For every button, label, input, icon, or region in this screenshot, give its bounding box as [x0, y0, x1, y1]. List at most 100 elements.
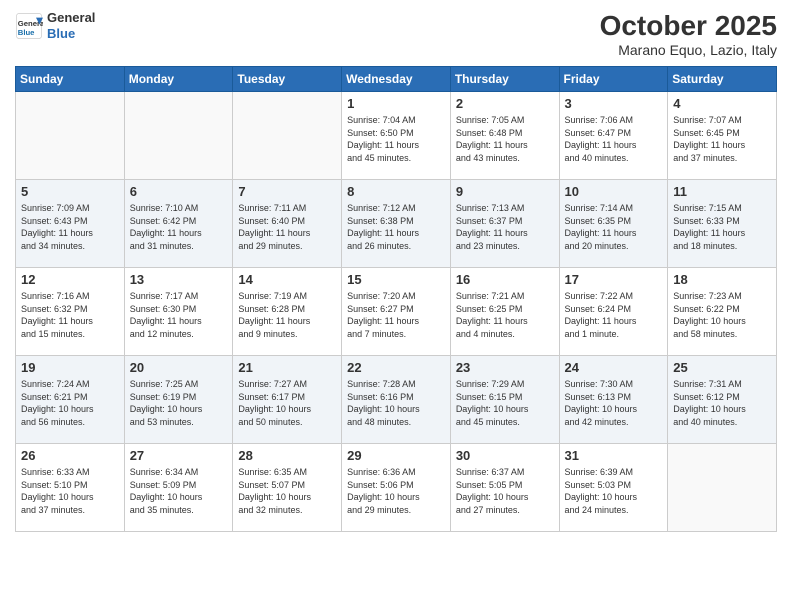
- calendar-cell: 27 Sunrise: 6:34 AM Sunset: 5:09 PM Dayli…: [124, 444, 233, 532]
- week-row-2: 5 Sunrise: 7:09 AM Sunset: 6:43 PM Daylig…: [16, 180, 777, 268]
- day-info: Sunrise: 7:30 AM Sunset: 6:13 PM Dayligh…: [565, 378, 663, 428]
- calendar-cell: 10Sunrise: 7:14 AM Sunset: 6:35 PM Dayli…: [559, 180, 668, 268]
- day-number: 8: [347, 184, 445, 199]
- day-info: Sunrise: 6:34 AM Sunset: 5:09 PM Dayligh…: [130, 466, 228, 516]
- calendar-cell: 23 Sunrise: 7:29 AM Sunset: 6:15 PM Dayli…: [450, 356, 559, 444]
- day-number: 30: [456, 448, 554, 463]
- calendar-cell: 28Sunrise: 6:35 AM Sunset: 5:07 PM Dayli…: [233, 444, 342, 532]
- weekday-header-tuesday: Tuesday: [233, 67, 342, 92]
- day-info: Sunrise: 7:14 AM Sunset: 6:35 PM Dayligh…: [565, 202, 663, 252]
- calendar-cell: 2 Sunrise: 7:05 AM Sunset: 6:48 PM Daylig…: [450, 92, 559, 180]
- calendar-cell: [124, 92, 233, 180]
- day-info: Sunrise: 6:37 AM Sunset: 5:05 PM Dayligh…: [456, 466, 554, 516]
- calendar-cell: 21 Sunrise: 7:27 AM Sunset: 6:17 PM Dayli…: [233, 356, 342, 444]
- calendar-cell: 30 Sunrise: 6:37 AM Sunset: 5:05 PM Dayli…: [450, 444, 559, 532]
- day-info: Sunrise: 6:36 AM Sunset: 5:06 PM Dayligh…: [347, 466, 445, 516]
- day-number: 27: [130, 448, 228, 463]
- day-info: Sunrise: 7:28 AM Sunset: 6:16 PM Dayligh…: [347, 378, 445, 428]
- day-info: Sunrise: 7:13 AM Sunset: 6:37 PM Dayligh…: [456, 202, 554, 252]
- calendar-cell: 11Sunrise: 7:15 AM Sunset: 6:33 PM Dayli…: [668, 180, 777, 268]
- day-number: 31: [565, 448, 663, 463]
- calendar-cell: 29 Sunrise: 6:36 AM Sunset: 5:06 PM Dayli…: [342, 444, 451, 532]
- day-number: 23: [456, 360, 554, 375]
- calendar-cell: 14Sunrise: 7:19 AM Sunset: 6:28 PM Dayli…: [233, 268, 342, 356]
- calendar-cell: [233, 92, 342, 180]
- day-info: Sunrise: 7:29 AM Sunset: 6:15 PM Dayligh…: [456, 378, 554, 428]
- svg-text:Blue: Blue: [18, 28, 35, 37]
- day-number: 24: [565, 360, 663, 375]
- calendar-cell: 9 Sunrise: 7:13 AM Sunset: 6:37 PM Daylig…: [450, 180, 559, 268]
- day-number: 7: [238, 184, 336, 199]
- calendar-cell: 13 Sunrise: 7:17 AM Sunset: 6:30 PM Dayli…: [124, 268, 233, 356]
- day-number: 6: [130, 184, 228, 199]
- day-number: 2: [456, 96, 554, 111]
- day-number: 17: [565, 272, 663, 287]
- day-number: 4: [673, 96, 771, 111]
- day-info: Sunrise: 7:05 AM Sunset: 6:48 PM Dayligh…: [456, 114, 554, 164]
- day-number: 29: [347, 448, 445, 463]
- day-info: Sunrise: 7:21 AM Sunset: 6:25 PM Dayligh…: [456, 290, 554, 340]
- calendar-cell: 18 Sunrise: 7:23 AM Sunset: 6:22 PM Dayli…: [668, 268, 777, 356]
- day-info: Sunrise: 7:17 AM Sunset: 6:30 PM Dayligh…: [130, 290, 228, 340]
- logo-line2: Blue: [47, 26, 95, 42]
- day-number: 13: [130, 272, 228, 287]
- calendar-cell: 12 Sunrise: 7:16 AM Sunset: 6:32 PM Dayli…: [16, 268, 125, 356]
- location: Marano Equo, Lazio, Italy: [600, 42, 777, 58]
- day-info: Sunrise: 7:11 AM Sunset: 6:40 PM Dayligh…: [238, 202, 336, 252]
- calendar: SundayMondayTuesdayWednesdayThursdayFrid…: [15, 66, 777, 532]
- calendar-cell: 22Sunrise: 7:28 AM Sunset: 6:16 PM Dayli…: [342, 356, 451, 444]
- day-info: Sunrise: 7:04 AM Sunset: 6:50 PM Dayligh…: [347, 114, 445, 164]
- day-info: Sunrise: 6:39 AM Sunset: 5:03 PM Dayligh…: [565, 466, 663, 516]
- week-row-5: 26 Sunrise: 6:33 AM Sunset: 5:10 PM Dayli…: [16, 444, 777, 532]
- day-info: Sunrise: 7:23 AM Sunset: 6:22 PM Dayligh…: [673, 290, 771, 340]
- day-info: Sunrise: 7:22 AM Sunset: 6:24 PM Dayligh…: [565, 290, 663, 340]
- calendar-cell: 5 Sunrise: 7:09 AM Sunset: 6:43 PM Daylig…: [16, 180, 125, 268]
- weekday-header-monday: Monday: [124, 67, 233, 92]
- calendar-cell: 17 Sunrise: 7:22 AM Sunset: 6:24 PM Dayli…: [559, 268, 668, 356]
- day-info: Sunrise: 7:15 AM Sunset: 6:33 PM Dayligh…: [673, 202, 771, 252]
- day-number: 5: [21, 184, 119, 199]
- calendar-cell: 31 Sunrise: 6:39 AM Sunset: 5:03 PM Dayli…: [559, 444, 668, 532]
- day-number: 26: [21, 448, 119, 463]
- weekday-header-saturday: Saturday: [668, 67, 777, 92]
- day-number: 15: [347, 272, 445, 287]
- month-title: October 2025: [600, 10, 777, 42]
- day-info: Sunrise: 7:16 AM Sunset: 6:32 PM Dayligh…: [21, 290, 119, 340]
- day-number: 9: [456, 184, 554, 199]
- day-info: Sunrise: 7:12 AM Sunset: 6:38 PM Dayligh…: [347, 202, 445, 252]
- calendar-cell: 1 Sunrise: 7:04 AM Sunset: 6:50 PM Daylig…: [342, 92, 451, 180]
- day-info: Sunrise: 7:25 AM Sunset: 6:19 PM Dayligh…: [130, 378, 228, 428]
- day-number: 3: [565, 96, 663, 111]
- day-info: Sunrise: 7:27 AM Sunset: 6:17 PM Dayligh…: [238, 378, 336, 428]
- day-number: 12: [21, 272, 119, 287]
- day-number: 18: [673, 272, 771, 287]
- page: General Blue General Blue October 2025 M…: [0, 0, 792, 612]
- day-number: 21: [238, 360, 336, 375]
- day-number: 28: [238, 448, 336, 463]
- calendar-cell: [668, 444, 777, 532]
- calendar-cell: 20 Sunrise: 7:25 AM Sunset: 6:19 PM Dayli…: [124, 356, 233, 444]
- calendar-cell: 8 Sunrise: 7:12 AM Sunset: 6:38 PM Daylig…: [342, 180, 451, 268]
- week-row-4: 19 Sunrise: 7:24 AM Sunset: 6:21 PM Dayli…: [16, 356, 777, 444]
- calendar-cell: 24 Sunrise: 7:30 AM Sunset: 6:13 PM Dayli…: [559, 356, 668, 444]
- calendar-cell: 6 Sunrise: 7:10 AM Sunset: 6:42 PM Daylig…: [124, 180, 233, 268]
- weekday-header-thursday: Thursday: [450, 67, 559, 92]
- day-info: Sunrise: 7:24 AM Sunset: 6:21 PM Dayligh…: [21, 378, 119, 428]
- day-info: Sunrise: 7:31 AM Sunset: 6:12 PM Dayligh…: [673, 378, 771, 428]
- day-info: Sunrise: 7:09 AM Sunset: 6:43 PM Dayligh…: [21, 202, 119, 252]
- day-number: 19: [21, 360, 119, 375]
- day-info: Sunrise: 7:20 AM Sunset: 6:27 PM Dayligh…: [347, 290, 445, 340]
- day-number: 1: [347, 96, 445, 111]
- calendar-cell: 7 Sunrise: 7:11 AM Sunset: 6:40 PM Daylig…: [233, 180, 342, 268]
- day-info: Sunrise: 7:06 AM Sunset: 6:47 PM Dayligh…: [565, 114, 663, 164]
- logo-icon: General Blue: [15, 12, 43, 40]
- day-info: Sunrise: 7:10 AM Sunset: 6:42 PM Dayligh…: [130, 202, 228, 252]
- weekday-header-wednesday: Wednesday: [342, 67, 451, 92]
- logo: General Blue General Blue: [15, 10, 95, 41]
- day-number: 16: [456, 272, 554, 287]
- day-number: 20: [130, 360, 228, 375]
- week-row-1: 1 Sunrise: 7:04 AM Sunset: 6:50 PM Daylig…: [16, 92, 777, 180]
- calendar-cell: 26 Sunrise: 6:33 AM Sunset: 5:10 PM Dayli…: [16, 444, 125, 532]
- logo-line1: General: [47, 10, 95, 26]
- day-info: Sunrise: 6:33 AM Sunset: 5:10 PM Dayligh…: [21, 466, 119, 516]
